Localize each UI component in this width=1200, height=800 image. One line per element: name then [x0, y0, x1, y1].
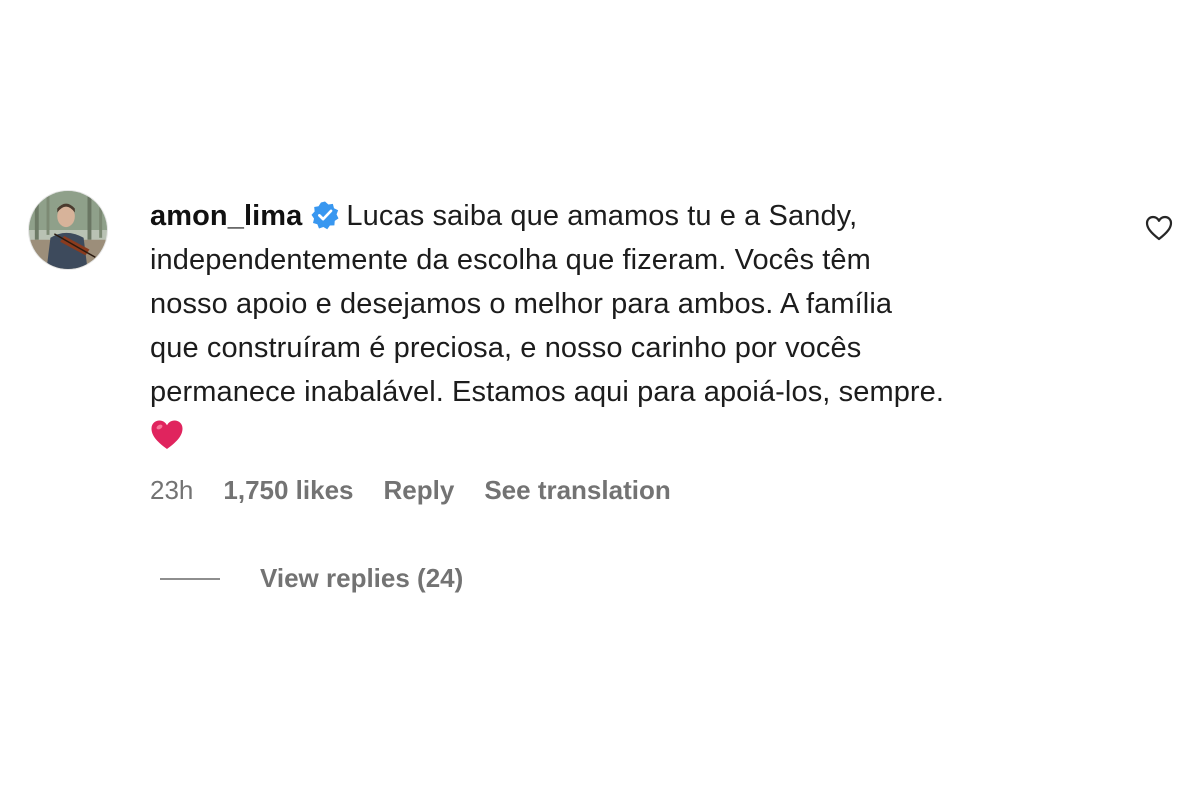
comment-body: amon_lima Lucas saiba que amamos tu e a S… [150, 194, 1120, 458]
heart-outline-icon [1145, 215, 1173, 241]
view-replies-button[interactable]: View replies (24) [260, 563, 463, 594]
view-replies[interactable]: View replies (24) [160, 563, 463, 594]
comment-meta: 23h 1,750 likes Reply See translation [150, 475, 701, 506]
avatar[interactable] [28, 190, 108, 270]
replies-divider [160, 577, 220, 580]
username[interactable]: amon_lima [150, 200, 302, 232]
likes-count[interactable]: 1,750 likes [223, 475, 353, 506]
avatar-image [29, 191, 107, 269]
red-heart-emoji-icon [150, 419, 184, 451]
comment-time: 23h [150, 475, 194, 505]
comment-text-line-1: Lucas saiba que amamos tu e a Sandy, [346, 200, 858, 232]
like-button[interactable] [1145, 215, 1177, 245]
comment-text-line-5: permanece inabalável. Estamos aqui para … [150, 376, 945, 408]
comment-text-line-4: que construíram é preciosa, e nosso cari… [150, 332, 862, 364]
comment-text-line-2: independentemente da escolha que fizeram… [150, 244, 871, 276]
comment-text-line-3: nosso apoio e desejamos o melhor para am… [150, 288, 893, 320]
reply-button[interactable]: Reply [384, 475, 455, 506]
see-translation-button[interactable]: See translation [484, 475, 670, 506]
comment-text: amon_lima Lucas saiba que amamos tu e a S… [150, 194, 1120, 458]
page: amon_lima Lucas saiba que amamos tu e a S… [0, 0, 1200, 800]
verified-badge-icon [310, 200, 340, 230]
